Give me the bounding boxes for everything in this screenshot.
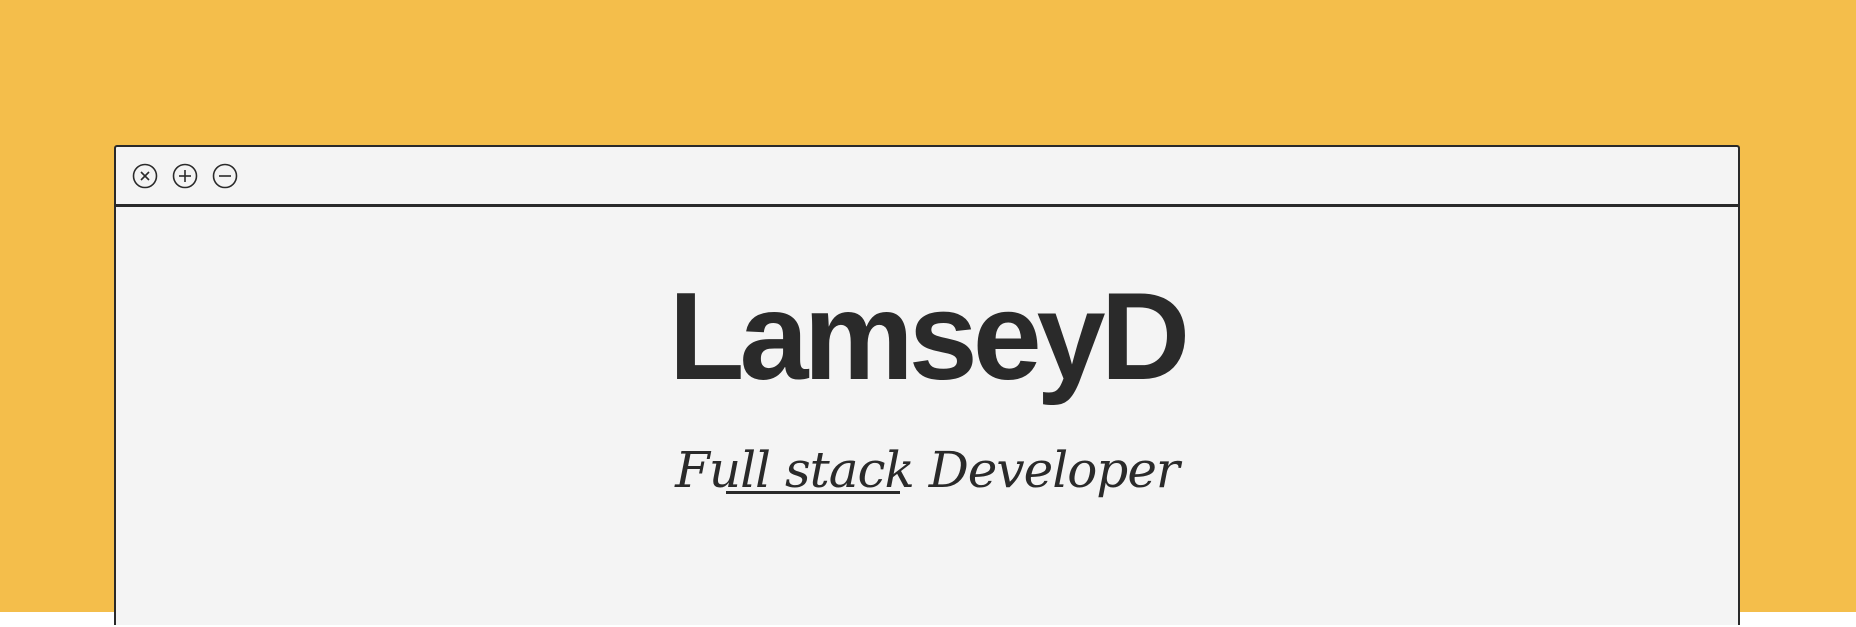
close-circle-icon [132,163,158,188]
hero-divider [726,491,900,494]
browser-window: LamseyD Full stack Developer [114,145,1740,625]
minus-circle-icon [212,163,238,188]
close-window-button[interactable] [132,163,158,189]
minimize-window-button[interactable] [212,163,238,189]
plus-circle-icon [172,163,198,188]
maximize-window-button[interactable] [172,163,198,189]
hero-role: Full stack Developer [675,441,1180,499]
window-titlebar [116,147,1738,207]
hero-name: LamseyD [668,268,1190,406]
hero-section: LamseyD Full stack Developer [116,207,1738,627]
